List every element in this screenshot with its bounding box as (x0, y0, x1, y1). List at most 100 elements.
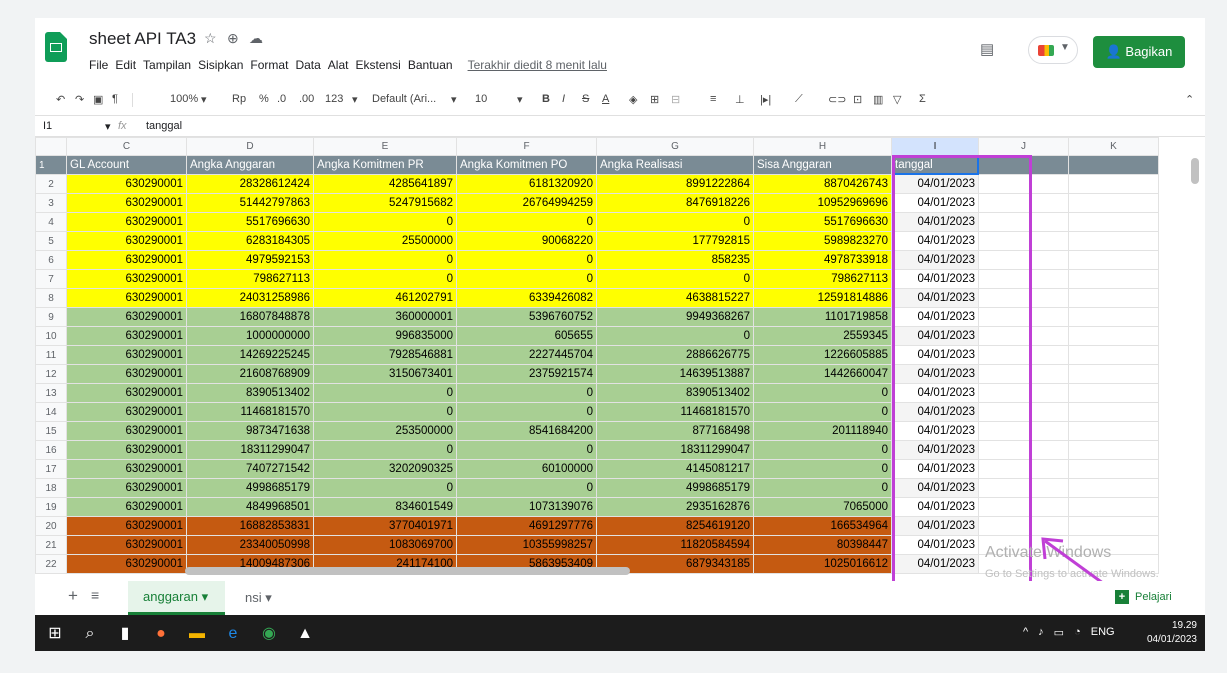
data-cell[interactable]: 4285641897 (313, 174, 457, 194)
row-number[interactable]: 16 (35, 440, 67, 460)
edge-icon[interactable]: e (223, 624, 243, 644)
empty-cell[interactable] (1068, 269, 1159, 289)
empty-cell[interactable] (1068, 326, 1159, 346)
data-cell[interactable]: 1025016612 (753, 554, 892, 574)
data-cell[interactable]: 2559345 (753, 326, 892, 346)
empty-cell[interactable] (1068, 440, 1159, 460)
move-folder-icon[interactable]: ⊕ (227, 30, 239, 47)
row-number[interactable]: 8 (35, 288, 67, 308)
data-cell[interactable]: 630290001 (66, 554, 187, 574)
data-cell[interactable]: 8541684200 (456, 421, 597, 441)
empty-cell[interactable] (1068, 383, 1159, 403)
data-cell[interactable]: 3770401971 (313, 516, 457, 536)
store-icon[interactable]: ▮ (115, 624, 135, 644)
text-wrap-icon[interactable]: |▸| (760, 93, 771, 106)
row-number[interactable]: 12 (35, 364, 67, 384)
row-number[interactable]: 14 (35, 402, 67, 422)
data-cell[interactable]: 0 (313, 440, 457, 460)
empty-cell[interactable] (1068, 193, 1159, 213)
font-select[interactable]: Default (Ari... (372, 93, 436, 105)
data-cell[interactable]: 16882853831 (186, 516, 314, 536)
data-cell[interactable]: 0 (596, 269, 754, 289)
data-cell[interactable]: 11820584594 (596, 535, 754, 555)
data-cell[interactable]: 26764994259 (456, 193, 597, 213)
chevron-up-icon[interactable]: ^ (1023, 626, 1028, 639)
windows-start-icon[interactable]: ⊞ (45, 624, 65, 644)
row-number[interactable]: 13 (35, 383, 67, 403)
undo-icon[interactable]: ↶ (56, 93, 65, 106)
data-cell[interactable]: 630290001 (66, 307, 187, 327)
data-cell[interactable]: 630290001 (66, 288, 187, 308)
text-color-icon[interactable]: A (602, 93, 609, 105)
borders-icon[interactable]: ⊞ (650, 93, 659, 106)
header-cell[interactable]: Sisa Anggaran (753, 155, 892, 175)
data-cell[interactable]: 7407271542 (186, 459, 314, 479)
data-cell[interactable]: 0 (456, 402, 597, 422)
empty-cell[interactable] (1068, 364, 1159, 384)
firefox-icon[interactable]: ● (151, 624, 171, 644)
column-header[interactable]: D (186, 137, 314, 156)
data-cell[interactable]: 0 (596, 212, 754, 232)
data-cell[interactable]: 630290001 (66, 402, 187, 422)
data-cell[interactable]: 4691297776 (456, 516, 597, 536)
data-cell[interactable]: 3202090325 (313, 459, 457, 479)
data-cell[interactable]: 10952969696 (753, 193, 892, 213)
explore-button[interactable]: + Pelajari (1115, 590, 1172, 604)
data-cell[interactable]: 1442660047 (753, 364, 892, 384)
data-cell[interactable]: 7928546881 (313, 345, 457, 365)
search-icon[interactable]: ⌕ (80, 624, 100, 644)
meet-button[interactable]: ▼ (1028, 36, 1078, 64)
photos-icon[interactable]: ▲ (295, 624, 315, 644)
data-cell[interactable]: 461202791 (313, 288, 457, 308)
data-cell[interactable]: 0 (456, 269, 597, 289)
empty-cell[interactable] (1068, 212, 1159, 232)
data-cell[interactable]: 1101719858 (753, 307, 892, 327)
data-cell[interactable]: 630290001 (66, 383, 187, 403)
empty-cell[interactable] (1068, 307, 1159, 327)
insert-link-icon[interactable]: ⊂⊃ (828, 93, 846, 106)
row-number[interactable]: 4 (35, 212, 67, 232)
column-header[interactable]: H (753, 137, 892, 156)
merge-cells-icon[interactable]: ⊟ (671, 93, 680, 106)
header-cell[interactable]: Angka Komitmen PR (313, 155, 457, 175)
data-cell[interactable]: 0 (753, 402, 892, 422)
menu-item[interactable]: File (89, 58, 108, 72)
menu-item[interactable]: Format (250, 58, 288, 72)
empty-cell[interactable] (1068, 288, 1159, 308)
menu-item[interactable]: Alat (328, 58, 349, 72)
data-cell[interactable]: 630290001 (66, 345, 187, 365)
row-number[interactable]: 5 (35, 231, 67, 251)
column-header[interactable]: K (1068, 137, 1159, 156)
row-number[interactable]: 3 (35, 193, 67, 213)
data-cell[interactable]: 0 (753, 383, 892, 403)
empty-cell[interactable] (1068, 402, 1159, 422)
data-cell[interactable]: 4145081217 (596, 459, 754, 479)
data-cell[interactable]: 0 (456, 212, 597, 232)
data-cell[interactable]: 6339426082 (456, 288, 597, 308)
row-number[interactable]: 15 (35, 421, 67, 441)
zoom-select[interactable]: 100% (170, 93, 198, 105)
more-formats-button[interactable]: 123 (325, 93, 343, 105)
data-cell[interactable]: 8476918226 (596, 193, 754, 213)
header-cell[interactable]: Angka Komitmen PO (456, 155, 597, 175)
data-cell[interactable]: 2886626775 (596, 345, 754, 365)
all-sheets-icon[interactable]: ≡ (91, 587, 99, 603)
data-cell[interactable]: 1073139076 (456, 497, 597, 517)
data-cell[interactable]: 14269225245 (186, 345, 314, 365)
data-cell[interactable]: 360000001 (313, 307, 457, 327)
share-button[interactable]: 👤 Bagikan (1093, 36, 1185, 68)
data-cell[interactable]: 0 (596, 326, 754, 346)
redo-icon[interactable]: ↷ (75, 93, 84, 106)
column-header[interactable]: F (456, 137, 597, 156)
data-cell[interactable]: 0 (313, 250, 457, 270)
data-cell[interactable]: 8870426743 (753, 174, 892, 194)
data-cell[interactable]: 11468181570 (186, 402, 314, 422)
data-cell[interactable]: 4998685179 (596, 478, 754, 498)
volume-icon[interactable]: ♪ (1038, 626, 1044, 639)
data-cell[interactable]: 166534964 (753, 516, 892, 536)
empty-cell[interactable] (1068, 174, 1159, 194)
data-cell[interactable]: 8390513402 (186, 383, 314, 403)
empty-cell[interactable] (1068, 421, 1159, 441)
data-cell[interactable]: 0 (313, 402, 457, 422)
tab-anggaran[interactable]: anggaran ▾ (128, 581, 225, 615)
